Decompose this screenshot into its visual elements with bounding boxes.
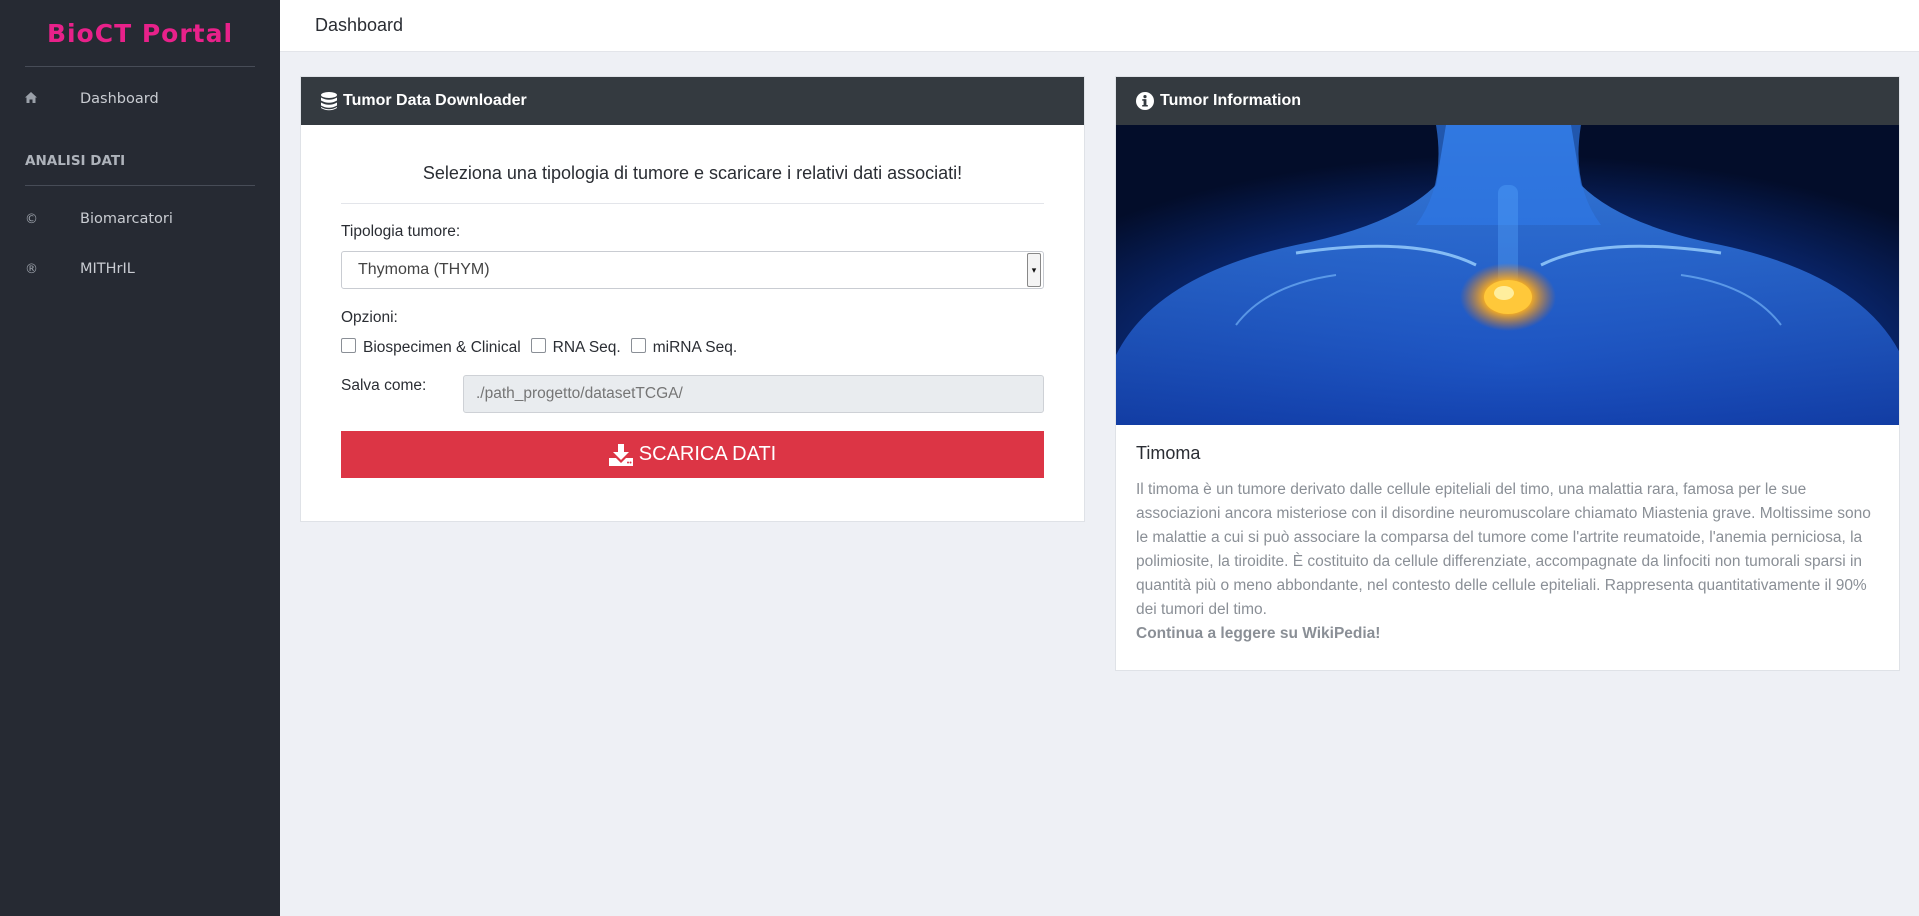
- tumor-information-card: Tumor Information Timoma Il timoma è un …: [1115, 76, 1900, 671]
- download-button-label: SCARICA DATI: [638, 443, 777, 465]
- home-icon: [25, 91, 80, 107]
- wikipedia-link[interactable]: Continua a leggere su WikiPedia!: [1136, 622, 1879, 646]
- info-icon: [1136, 92, 1154, 110]
- brand-logo[interactable]: BioCT Portal: [47, 19, 233, 48]
- sidebar-item-label: MITHrIL: [80, 261, 135, 277]
- registered-icon: ®: [25, 261, 38, 277]
- chevron-down-icon: ▾: [1027, 253, 1041, 287]
- checkbox[interactable]: [341, 337, 356, 353]
- tumor-type-label: Tipologia tumore:: [341, 223, 461, 240]
- brand[interactable]: BioCT Portal: [0, 0, 280, 66]
- download-icon: [608, 443, 633, 466]
- sidebar: BioCT Portal Dashboard ANALISI DATI © Bi…: [0, 0, 280, 916]
- sidebar-item-label: Dashboard: [80, 91, 159, 107]
- option-rna-seq[interactable]: RNA Seq.: [530, 337, 621, 357]
- sidebar-section-heading: ANALISI DATI: [25, 153, 126, 169]
- card-title: Tumor Information: [1160, 92, 1302, 109]
- downloader-intro: Seleziona una tipologia di tumore e scar…: [341, 125, 1044, 204]
- tumor-name: Timoma: [1136, 443, 1201, 463]
- option-label: RNA Seq.: [552, 339, 621, 356]
- options-label: Opzioni:: [341, 309, 398, 326]
- copyright-icon: ©: [25, 211, 38, 227]
- sidebar-item-mithril[interactable]: ® MITHrIL: [0, 244, 280, 294]
- topbar: Dashboard: [280, 0, 1919, 52]
- card-header: Tumor Data Downloader: [301, 77, 1084, 125]
- sidebar-item-dashboard[interactable]: Dashboard: [0, 75, 280, 123]
- tumor-type-value: Thymoma (THYM): [358, 261, 490, 278]
- option-mirna-seq[interactable]: miRNA Seq.: [630, 337, 738, 357]
- save-as-row: Salva come:: [341, 375, 1044, 413]
- save-path-input[interactable]: [463, 375, 1044, 413]
- option-label: Biospecimen & Clinical: [363, 339, 521, 356]
- options-group: Biospecimen & Clinical RNA Seq. miRNA Se…: [341, 337, 1044, 357]
- card-header: Tumor Information: [1116, 77, 1899, 125]
- tumor-type-select[interactable]: Thymoma (THYM) ▾: [341, 251, 1044, 289]
- database-icon: [321, 91, 337, 111]
- sidebar-item-biomarcatori[interactable]: © Biomarcatori: [0, 194, 280, 244]
- sidebar-item-label: Biomarcatori: [80, 211, 173, 227]
- save-as-label: Salva come:: [341, 377, 427, 394]
- download-button[interactable]: SCARICA DATI: [341, 431, 1044, 478]
- page-title: Dashboard: [315, 15, 404, 35]
- option-biospecimen-clinical[interactable]: Biospecimen & Clinical: [341, 337, 521, 357]
- tumor-illustration: [1116, 125, 1899, 425]
- tumor-description: Il timoma è un tumore derivato dalle cel…: [1136, 481, 1871, 618]
- checkbox[interactable]: [630, 337, 646, 353]
- checkbox[interactable]: [530, 337, 546, 353]
- tumor-data-downloader-card: Tumor Data Downloader Seleziona una tipo…: [300, 76, 1085, 522]
- card-title: Tumor Data Downloader: [343, 92, 527, 109]
- option-label: miRNA Seq.: [652, 339, 738, 356]
